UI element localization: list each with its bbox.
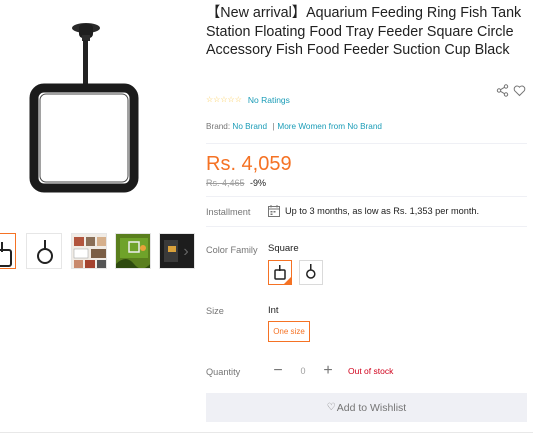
share-icon[interactable] [496, 84, 509, 97]
installment-text: Up to 3 months, as low as Rs. 1,353 per … [285, 206, 480, 216]
ratings-link[interactable]: No Ratings [248, 95, 290, 105]
calendar-icon [268, 205, 280, 217]
thumbnail-square[interactable] [0, 233, 16, 269]
divider [206, 226, 527, 227]
size-value: Int [268, 305, 279, 316]
thumbnail-collage[interactable] [71, 233, 107, 269]
rating-row: ☆☆☆☆☆ No Ratings [206, 94, 290, 106]
quantity-label: Quantity [206, 367, 241, 377]
heart-icon[interactable] [513, 84, 526, 97]
wishlist-heart-icon: ♡ [326, 402, 336, 413]
original-price-row: Rs. 4,465 -9% [206, 178, 266, 188]
size-label: Size [206, 306, 224, 316]
quantity-decrease-button[interactable]: − [271, 363, 285, 379]
thumbnail-aquarium[interactable] [115, 233, 151, 269]
color-selected-value: Square [268, 243, 299, 254]
brand-label: Brand: [206, 122, 231, 131]
divider [0, 432, 533, 433]
size-option-one-size[interactable]: One size [268, 321, 310, 342]
selected-corner-icon [284, 277, 291, 284]
stock-status: Out of stock [348, 366, 394, 376]
more-from-brand-link[interactable]: More Women from No Brand [277, 122, 382, 131]
quantity-increase-button[interactable]: + [321, 363, 335, 379]
rating-stars-icon: ☆☆☆☆☆ [206, 95, 242, 104]
divider [206, 196, 527, 197]
main-product-image[interactable] [0, 0, 195, 230]
brand-row: Brand: No Brand | More Women from No Bran… [206, 122, 382, 131]
product-title: 【New arrival】Aquarium Feeding Ring Fish … [206, 5, 522, 58]
color-option-circle[interactable] [299, 260, 323, 285]
color-family-label: Color Family [206, 245, 258, 255]
thumbnail-next-icon[interactable]: › [179, 242, 193, 262]
installment-info: Up to 3 months, as low as Rs. 1,353 per … [268, 205, 479, 217]
add-to-wishlist-button[interactable]: ♡ Add to Wishlist [206, 393, 527, 422]
quantity-input[interactable]: 0 [293, 364, 313, 378]
thumbnail-circle[interactable] [26, 233, 62, 269]
discount-badge: -9% [250, 178, 267, 188]
color-option-square[interactable] [268, 260, 292, 285]
wishlist-label: Add to Wishlist [336, 401, 407, 414]
divider [206, 143, 527, 144]
thumbnail-strip: › [0, 233, 200, 271]
original-price: Rs. 4,465 [206, 178, 245, 188]
installment-label: Installment [206, 207, 251, 217]
current-price: Rs. 4,059 [206, 153, 292, 175]
brand-link[interactable]: No Brand [232, 122, 267, 131]
brand-separator: | [272, 122, 275, 131]
